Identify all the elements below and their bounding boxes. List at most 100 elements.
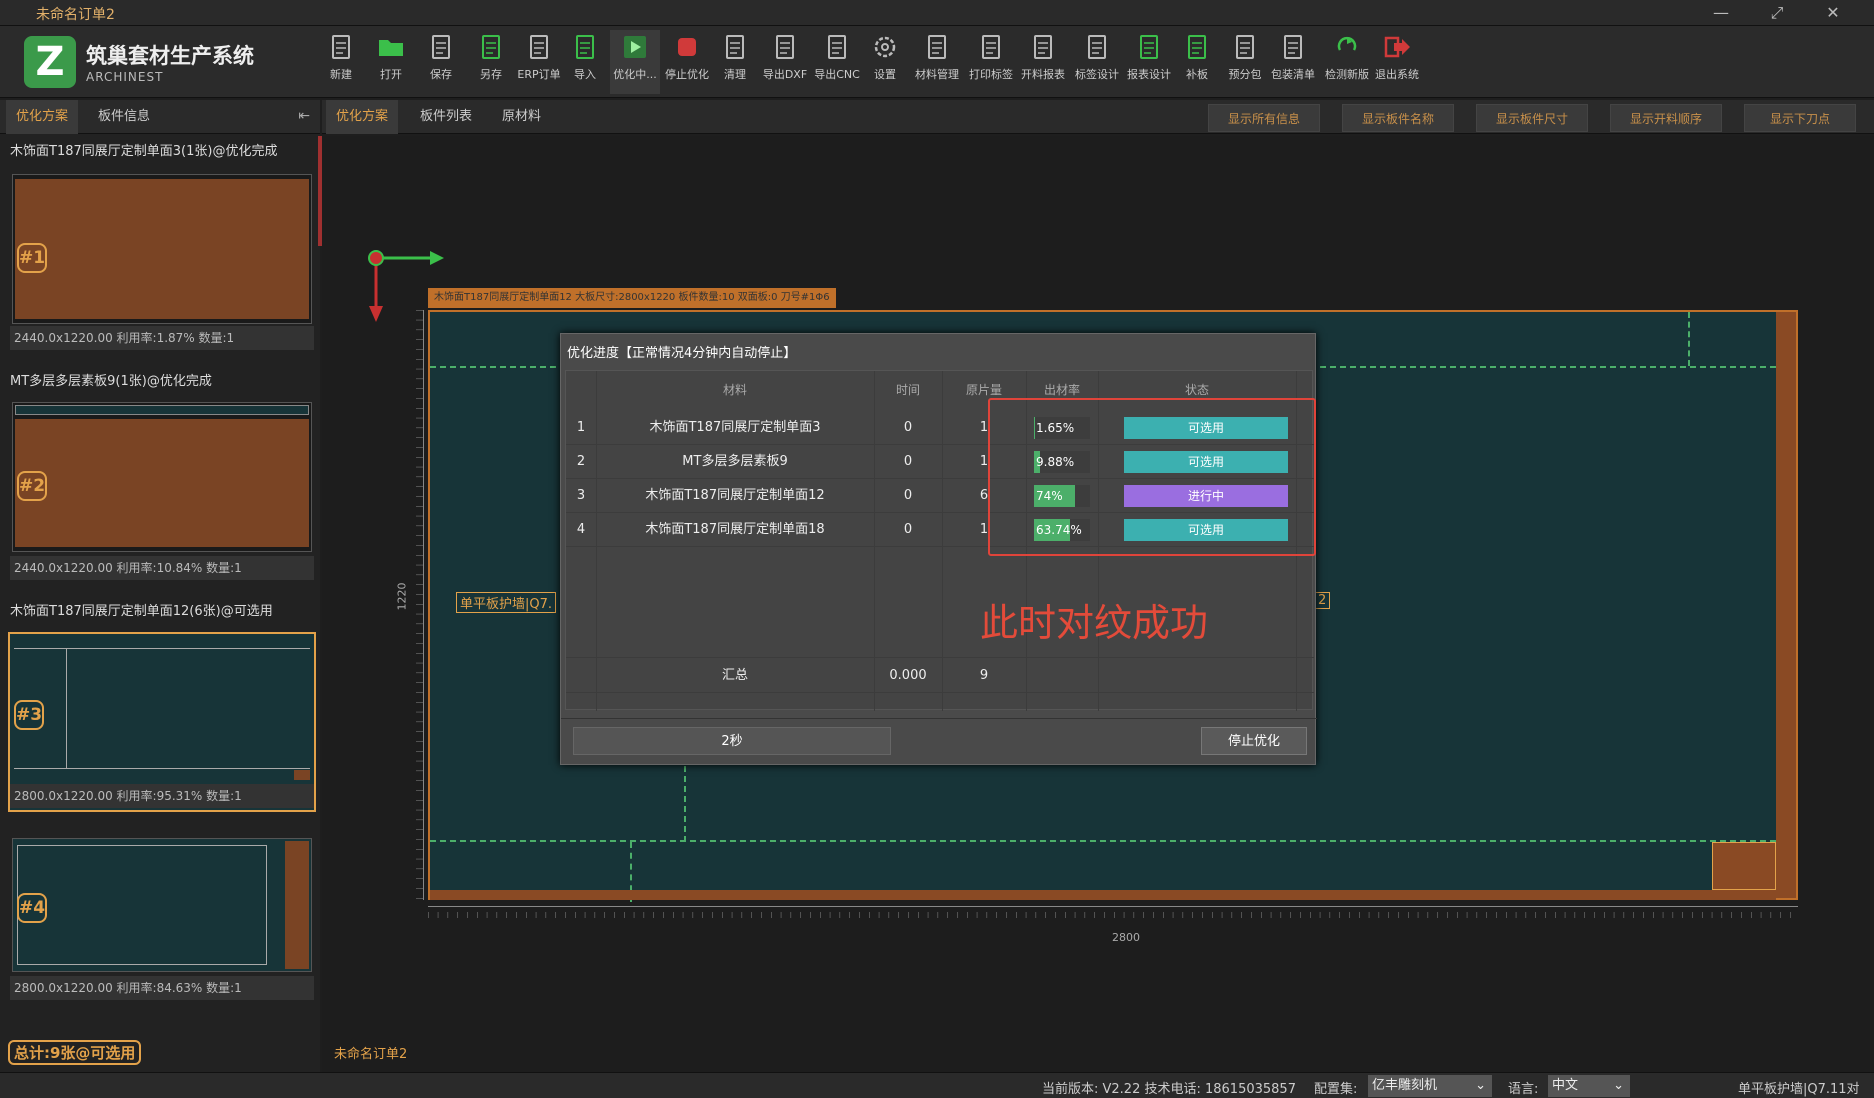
show-cut-point-button[interactable]: 显示下刀点: [1744, 104, 1856, 132]
dialog-title: 优化进度【正常情况4分钟内自动停止】: [567, 346, 797, 361]
cut-line: [684, 766, 686, 842]
toolbar-button-16[interactable]: 报表设计: [1124, 30, 1174, 94]
config-select[interactable]: 亿丰雕刻机 ⌄: [1368, 1075, 1492, 1097]
board-info-4: 2800.0x1220.00 利用率:84.63% 数量:1: [10, 976, 314, 1000]
close-icon[interactable]: ✕: [1818, 2, 1848, 24]
toolbar-label: 保存: [430, 68, 452, 81]
tab-optimize-plan[interactable]: 优化方案: [6, 100, 79, 134]
board-title-2[interactable]: MT多层多层素板9(1张)@优化完成: [10, 370, 212, 389]
toolbar-button-10[interactable]: 导出CNC: [812, 30, 862, 94]
total-count: 总计:9张@可选用: [8, 1040, 142, 1065]
broom-icon: [726, 35, 744, 59]
toolbar-button-21[interactable]: 退出系统: [1372, 30, 1422, 94]
toolbar-label: 清理: [724, 68, 746, 81]
toolbar-label: 优化中...: [613, 68, 657, 81]
toolbar-button-3[interactable]: 另存: [466, 30, 516, 94]
package-list-icon: [1284, 35, 1302, 59]
save-icon: [432, 35, 450, 59]
barcode-icon: [1088, 35, 1106, 59]
row-material: 木饰面T187同展厅定制单面18: [645, 522, 825, 537]
row-number: 3: [576, 488, 586, 503]
collapse-left-icon[interactable]: ⇤: [298, 108, 310, 124]
tab-plan[interactable]: 优化方案: [326, 100, 399, 134]
col-time: 时间: [895, 383, 920, 397]
show-all-info-button[interactable]: 显示所有信息: [1208, 104, 1320, 132]
edge-strip: [1776, 312, 1796, 898]
toolbar-button-0[interactable]: 新建: [316, 30, 366, 94]
show-board-size-button[interactable]: 显示板件尺寸: [1476, 104, 1588, 132]
window-title: 未命名订单2: [36, 7, 115, 23]
toolbar-label: 打印标签: [969, 68, 1013, 81]
toolbar-button-13[interactable]: 打印标签: [966, 30, 1016, 94]
version-info: 当前版本: V2.22 技术电话: 18615035857: [1042, 1082, 1296, 1097]
board-badge-4: #4: [17, 893, 47, 923]
countdown-timer: 2秒: [573, 727, 891, 755]
small-part[interactable]: [1712, 842, 1776, 890]
row-time: 0: [903, 454, 913, 469]
tab-raw-material[interactable]: 原材料: [492, 100, 551, 134]
show-cut-order-button[interactable]: 显示开料顺序: [1610, 104, 1722, 132]
toolbar-label: 开料报表: [1021, 68, 1065, 81]
ruler-v-label: 1220: [395, 582, 409, 611]
board-thumb-1[interactable]: #1: [12, 174, 312, 324]
toolbar-label: 检测新版: [1325, 68, 1369, 81]
toolbar-button-17[interactable]: 补板: [1172, 30, 1222, 94]
toolbar-button-19[interactable]: 包装清单: [1268, 30, 1318, 94]
lang-select[interactable]: 中文 ⌄: [1548, 1075, 1630, 1097]
left-panel: 优化方案 板件信息 ⇤ 木饰面T187同展厅定制单面3(1张)@优化完成 #1 …: [0, 100, 320, 1072]
toolbar-button-12[interactable]: 材料管理: [912, 30, 962, 94]
lang-value: 中文: [1552, 1078, 1579, 1093]
board-badge-1: #1: [17, 243, 47, 273]
toolbar-button-5[interactable]: 导入: [560, 30, 610, 94]
summary-label: 汇总: [721, 668, 748, 683]
toolbar-button-15[interactable]: 标签设计: [1072, 30, 1122, 94]
dialog-footer: 2秒 停止优化: [561, 718, 1317, 764]
printer-icon: [982, 35, 1000, 59]
toolbar-label: 报表设计: [1127, 68, 1171, 81]
board-badge-2: #2: [17, 471, 47, 501]
tab-board-info[interactable]: 板件信息: [88, 100, 160, 134]
board-thumb-2[interactable]: #2: [12, 402, 312, 552]
ruler-ticks: [428, 912, 1798, 922]
current-part-info: 单平板护墙|Q7.11对: [1738, 1082, 1860, 1097]
toolbar-button-14[interactable]: 开料报表: [1018, 30, 1068, 94]
toolbar-button-6[interactable]: 优化中...: [610, 30, 660, 94]
toolbar-label: 预分包: [1228, 68, 1262, 81]
exit-icon: [1384, 36, 1410, 58]
toolbar-button-20[interactable]: 检测新版: [1322, 30, 1372, 94]
maximize-icon[interactable]: ⤢: [1762, 2, 1792, 24]
import-xml-icon: [576, 35, 594, 59]
tab-board-list[interactable]: 板件列表: [410, 100, 482, 134]
toolbar-button-7[interactable]: 停止优化: [662, 30, 712, 94]
minimize-icon[interactable]: —: [1706, 2, 1736, 24]
col-rate: 出材率: [1043, 383, 1080, 397]
toolbar-button-2[interactable]: 保存: [416, 30, 466, 94]
board-thumb-4[interactable]: #4: [12, 838, 312, 972]
toolbar-button-1[interactable]: 打开: [366, 30, 416, 94]
status-bar: 当前版本: V2.22 技术电话: 18615035857 配置集: 亿丰雕刻机…: [0, 1072, 1874, 1098]
board-info-3: 2800.0x1220.00 利用率:95.31% 数量:1: [10, 784, 314, 808]
layers-icon: [928, 35, 946, 59]
row-time: 0: [903, 522, 913, 537]
board-title-3[interactable]: 木饰面T187同展厅定制单面12(6张)@可选用: [10, 600, 273, 619]
board-thumb-3[interactable]: #3 2800.0x1220.00 利用率:95.31% 数量:1: [8, 632, 316, 812]
toolbar-button-4[interactable]: ERP订单: [514, 30, 564, 94]
board-title-1[interactable]: 木饰面T187同展厅定制单面3(1张)@优化完成: [10, 140, 277, 159]
row-number: 2: [576, 454, 586, 469]
row-material: 木饰面T187同展厅定制单面3: [649, 420, 821, 435]
stop-optimize-button[interactable]: 停止优化: [1201, 727, 1307, 755]
update-icon: [1337, 36, 1357, 51]
vertical-ruler: 1220: [396, 310, 424, 900]
toolbar-button-18[interactable]: 预分包: [1220, 30, 1270, 94]
toolbar-label: 新建: [330, 68, 352, 81]
toolbar-label: 导出DXF: [762, 68, 808, 81]
show-board-name-button[interactable]: 显示板件名称: [1342, 104, 1454, 132]
board-info-1: 2440.0x1220.00 利用率:1.87% 数量:1: [10, 326, 314, 350]
board-info-2: 2440.0x1220.00 利用率:10.84% 数量:1: [10, 556, 314, 580]
toolbar-label: 打开: [380, 68, 402, 81]
toolbar-button-9[interactable]: 导出DXF: [760, 30, 810, 94]
toolbar-button-8[interactable]: 清理: [710, 30, 760, 94]
cut-line: [1688, 312, 1690, 366]
new-file-icon: [332, 35, 350, 59]
toolbar-button-11[interactable]: 设置: [860, 30, 910, 94]
